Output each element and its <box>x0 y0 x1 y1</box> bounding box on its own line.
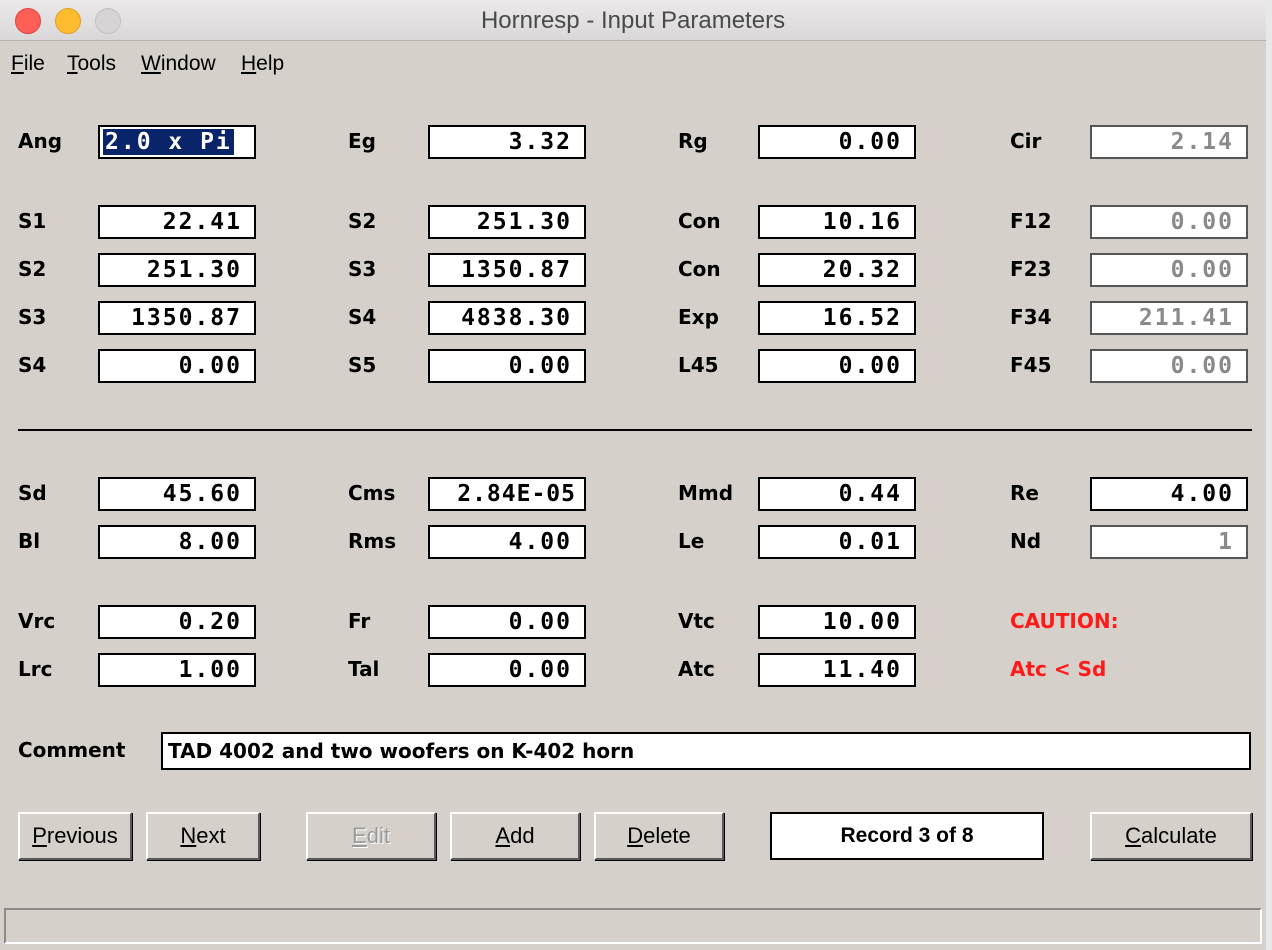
field-atc[interactable]: 11.40 <box>758 653 916 687</box>
field-exp[interactable]: 16.52 <box>758 301 916 335</box>
label-f45: F45 <box>1010 353 1052 377</box>
label-f12: F12 <box>1010 209 1052 233</box>
label-s2b: S2 <box>18 257 47 281</box>
label-atc: Atc <box>678 657 715 681</box>
label-s3: S3 <box>348 257 377 281</box>
window-edge <box>1266 0 1272 950</box>
field-fr[interactable]: 0.00 <box>428 605 586 639</box>
label-lrc: Lrc <box>18 657 53 681</box>
label-sd: Sd <box>18 481 47 505</box>
label-vtc: Vtc <box>678 609 715 633</box>
title-bar: Hornresp - Input Parameters <box>0 0 1272 41</box>
previous-button[interactable]: Previous <box>18 812 132 860</box>
field-f12: 0.00 <box>1090 205 1248 239</box>
field-f45: 0.00 <box>1090 349 1248 383</box>
field-s2[interactable]: 251.30 <box>428 205 586 239</box>
label-re: Re <box>1010 481 1039 505</box>
field-s5[interactable]: 0.00 <box>428 349 586 383</box>
menu-window[interactable]: Window <box>141 52 216 76</box>
field-vtc[interactable]: 10.00 <box>758 605 916 639</box>
menu-help[interactable]: Help <box>241 52 284 76</box>
label-s5: S5 <box>348 353 377 377</box>
field-le[interactable]: 0.01 <box>758 525 916 559</box>
label-rg: Rg <box>678 129 708 153</box>
field-s3[interactable]: 1350.87 <box>428 253 586 287</box>
label-s4b: S4 <box>18 353 47 377</box>
label-con1: Con <box>678 209 721 233</box>
label-mmd: Mmd <box>678 481 734 505</box>
label-vrc: Vrc <box>18 609 56 633</box>
calculate-button[interactable]: Calculate <box>1090 812 1252 860</box>
record-indicator: Record 3 of 8 <box>770 812 1044 860</box>
field-con2[interactable]: 20.32 <box>758 253 916 287</box>
label-s3b: S3 <box>18 305 47 329</box>
field-s1[interactable]: 22.41 <box>98 205 256 239</box>
field-vrc[interactable]: 0.20 <box>98 605 256 639</box>
window-title: Hornresp - Input Parameters <box>480 7 786 34</box>
label-fr: Fr <box>348 609 371 633</box>
comment-label: Comment <box>18 738 126 762</box>
field-tal[interactable]: 0.00 <box>428 653 586 687</box>
field-cms[interactable]: 2.84E-05 <box>428 477 586 511</box>
label-eg: Eg <box>348 129 376 153</box>
label-f34: F34 <box>1010 305 1052 329</box>
label-cms: Cms <box>348 481 396 505</box>
next-button[interactable]: Next <box>146 812 260 860</box>
field-s3b[interactable]: 1350.87 <box>98 301 256 335</box>
field-rg[interactable]: 0.00 <box>758 125 916 159</box>
label-s2: S2 <box>348 209 377 233</box>
label-exp: Exp <box>678 305 719 329</box>
label-s4: S4 <box>348 305 377 329</box>
field-eg[interactable]: 3.32 <box>428 125 586 159</box>
delete-button[interactable]: Delete <box>594 812 724 860</box>
label-ang: Ang <box>18 129 63 153</box>
field-s2b[interactable]: 251.30 <box>98 253 256 287</box>
field-mmd[interactable]: 0.44 <box>758 477 916 511</box>
edit-button: Edit <box>306 812 436 860</box>
add-button[interactable]: Add <box>450 812 580 860</box>
field-con1[interactable]: 10.16 <box>758 205 916 239</box>
field-l45[interactable]: 0.00 <box>758 349 916 383</box>
label-tal: Tal <box>348 657 380 681</box>
label-nd: Nd <box>1010 529 1042 553</box>
label-rms: Rms <box>348 529 397 553</box>
field-lrc[interactable]: 1.00 <box>98 653 256 687</box>
field-rms[interactable]: 4.00 <box>428 525 586 559</box>
field-bl[interactable]: 8.00 <box>98 525 256 559</box>
field-cir: 2.14 <box>1090 125 1248 159</box>
field-nd: 1 <box>1090 525 1248 559</box>
comment-field[interactable]: TAD 4002 and two woofers on K-402 horn <box>161 732 1251 770</box>
caution-message: Atc < Sd <box>1010 657 1107 681</box>
label-l45: L45 <box>678 353 719 377</box>
caution-title: CAUTION: <box>1010 609 1119 633</box>
status-bar <box>4 908 1262 944</box>
field-s4b[interactable]: 0.00 <box>98 349 256 383</box>
field-f23: 0.00 <box>1090 253 1248 287</box>
menu-file[interactable]: File <box>11 52 45 76</box>
label-le: Le <box>678 529 705 553</box>
label-f23: F23 <box>1010 257 1052 281</box>
label-s1: S1 <box>18 209 47 233</box>
field-sd[interactable]: 45.60 <box>98 477 256 511</box>
field-ang[interactable]: 2.0 x Pi <box>98 125 256 159</box>
menu-tools[interactable]: Tools <box>67 52 116 76</box>
field-f34: 211.41 <box>1090 301 1248 335</box>
label-bl: Bl <box>18 529 41 553</box>
section-divider <box>18 429 1252 431</box>
label-con2: Con <box>678 257 721 281</box>
field-s4[interactable]: 4838.30 <box>428 301 586 335</box>
field-re[interactable]: 4.00 <box>1090 477 1248 511</box>
label-cir: Cir <box>1010 129 1042 153</box>
